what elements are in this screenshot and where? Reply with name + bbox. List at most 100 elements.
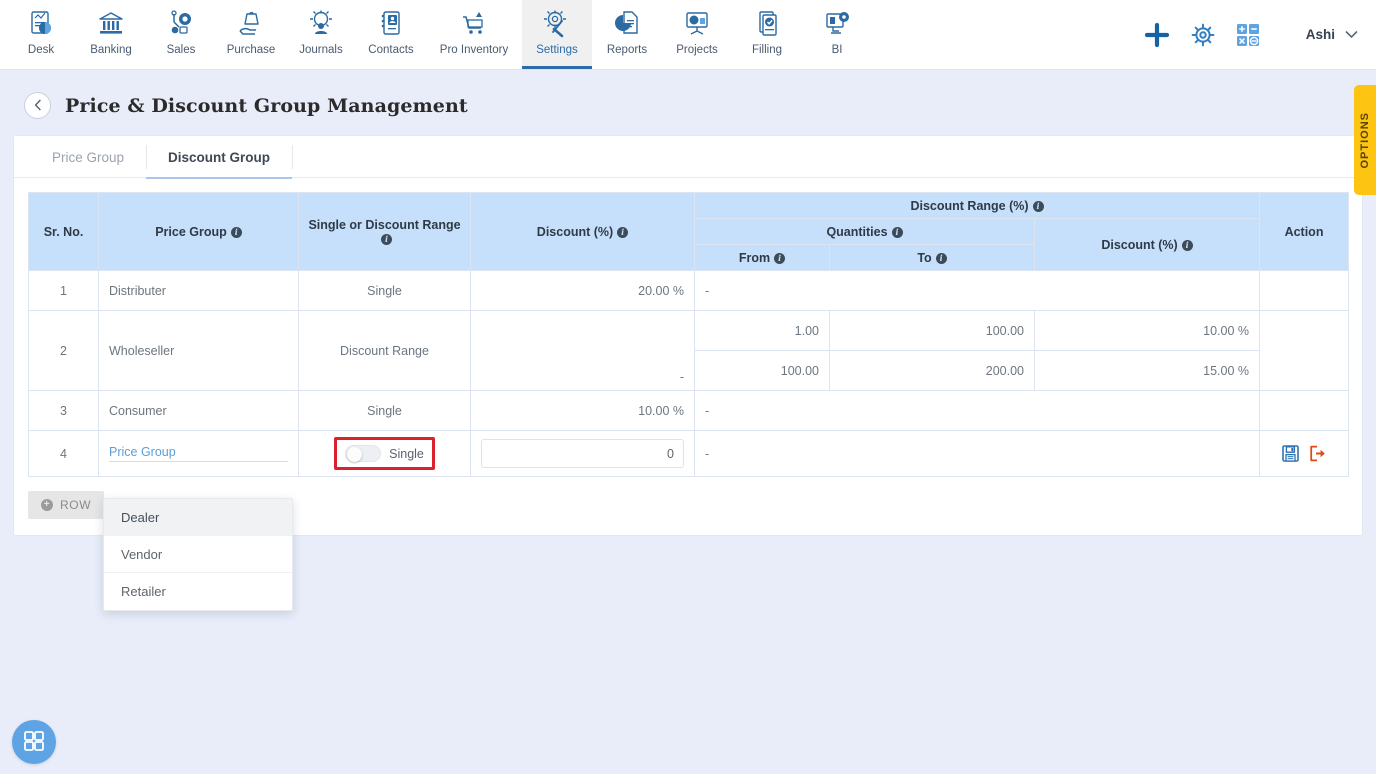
table-row[interactable]: 2 Wholeseller Discount Range - 1.00 100.… <box>28 310 1350 391</box>
cell-sr-no: 4 <box>28 430 99 477</box>
table-row[interactable]: 3 Consumer Single 10.00 % - <box>28 390 1350 431</box>
nav-item-purchase[interactable]: Purchase <box>216 0 286 69</box>
cell-discount-pct: 10.00 % <box>470 390 695 431</box>
col-header-label: Discount (%) <box>1101 237 1178 252</box>
info-icon[interactable]: i <box>230 226 242 238</box>
options-side-tab-label: OPTIONS <box>1359 111 1371 169</box>
projects-presentation-icon <box>682 7 712 41</box>
page-header: Price & Discount Group Management <box>0 70 1376 119</box>
col-header-label: Single or Discount Range <box>308 217 461 232</box>
table-head-row-1: Sr. No. Price Group i Single or Discount … <box>28 192 1350 271</box>
exit-arrow-icon[interactable] <box>1309 445 1326 462</box>
journals-gear-people-icon <box>306 7 336 41</box>
nav-item-reports[interactable]: Reports <box>592 0 662 69</box>
user-menu[interactable]: Ashi <box>1306 27 1358 42</box>
price-group-dropdown[interactable]: Dealer Vendor Retailer <box>103 498 293 611</box>
nav-item-contacts[interactable]: Contacts <box>356 0 426 69</box>
dropdown-option-retailer[interactable]: Retailer <box>104 573 292 610</box>
col-header-action: Action <box>1259 192 1350 271</box>
col-header-quantities: Quantities i <box>694 218 1035 245</box>
cell-price-group-select[interactable]: Price Group <box>98 430 299 477</box>
inventory-cart-icon <box>459 7 489 41</box>
table-head: Sr. No. Price Group i Single or Discount … <box>28 192 1350 271</box>
info-icon[interactable]: i <box>1032 200 1044 212</box>
col-header-label: Price Group <box>155 224 227 239</box>
cell-price-group: Wholeseller <box>98 310 299 391</box>
info-icon[interactable]: i <box>935 252 947 264</box>
dropdown-option-dealer[interactable]: Dealer <box>104 499 292 536</box>
table-body: 1 Distributer Single 20.00 % - 2 Wholese… <box>28 270 1350 477</box>
gear-icon[interactable] <box>1190 22 1216 48</box>
col-header-discount-range-group: Discount Range (%) i <box>693 192 1261 219</box>
apps-fab-button[interactable] <box>12 720 56 764</box>
nav-item-sales[interactable]: Sales <box>146 0 216 69</box>
nav-item-banking[interactable]: Banking <box>76 0 146 69</box>
desk-chart-icon <box>26 7 56 41</box>
info-icon[interactable]: i <box>381 233 392 245</box>
tab-discount-group[interactable]: Discount Group <box>146 136 293 179</box>
dropdown-option-label: Vendor <box>121 546 163 562</box>
chevron-left-icon <box>34 99 42 113</box>
nav-item-label: Pro Inventory <box>439 44 509 56</box>
save-floppy-icon[interactable] <box>1282 445 1299 462</box>
options-side-tab[interactable]: OPTIONS <box>1354 85 1376 195</box>
cell-range-discount: 15.00 % <box>1033 350 1261 391</box>
calculator-icon[interactable] <box>1236 23 1260 47</box>
reports-pie-doc-icon <box>612 7 642 41</box>
info-icon[interactable]: i <box>774 252 786 264</box>
info-icon[interactable]: i <box>891 226 903 238</box>
nav-item-label: Contacts <box>368 44 414 56</box>
price-group-select[interactable]: Price Group <box>109 445 288 462</box>
nav-item-filling[interactable]: Filling <box>732 0 802 69</box>
price-group-select-wrap: Price Group <box>109 445 288 462</box>
col-header-label: Discount (%) <box>536 224 614 239</box>
bi-monitor-gear-icon <box>822 7 852 41</box>
nav-item-desk[interactable]: Desk <box>6 0 76 69</box>
top-navigation-bar: Desk Banking Sales Purchase Journals Con… <box>0 0 1376 70</box>
cell-range-from: 1.00 <box>694 310 830 351</box>
cell-action <box>1259 390 1350 431</box>
cell-price-group: Distributer <box>98 270 299 311</box>
add-row-button[interactable]: + ROW <box>28 491 105 519</box>
nav-right-actions: Ashi <box>1144 0 1376 69</box>
table-row[interactable]: 1 Distributer Single 20.00 % - <box>28 270 1350 311</box>
plus-icon[interactable] <box>1144 22 1170 48</box>
nav-item-projects[interactable]: Projects <box>662 0 732 69</box>
info-icon[interactable]: i <box>1181 239 1193 251</box>
tab-bar: Price Group Discount Group <box>14 136 1362 179</box>
cell-single-or-range: Discount Range <box>298 310 471 391</box>
single-range-toggle[interactable] <box>345 445 382 462</box>
tab-label: Discount Group <box>168 149 271 165</box>
nav-item-settings[interactable]: Settings <box>522 0 592 69</box>
nav-item-bi[interactable]: BI <box>802 0 872 69</box>
info-icon[interactable]: i <box>617 226 629 238</box>
add-row-button-label: ROW <box>60 498 92 512</box>
col-header-label: To <box>917 250 932 265</box>
table-container: Sr. No. Price Group i Single or Discount … <box>14 178 1362 491</box>
col-header-label: Discount Range (%) <box>910 198 1029 213</box>
nav-item-label: Banking <box>90 44 132 56</box>
nav-item-pro-inventory[interactable]: Pro Inventory <box>426 0 522 69</box>
cell-price-group: Consumer <box>98 390 299 431</box>
cell-single-toggle[interactable]: Single <box>298 430 471 477</box>
cell-sr-no: 2 <box>28 310 99 391</box>
nav-item-label: Settings <box>536 44 578 56</box>
cell-discount-pct: 20.00 % <box>470 270 695 311</box>
cell-action <box>1259 270 1350 311</box>
cell-discount-input[interactable] <box>470 430 695 477</box>
table-row-editing[interactable]: 4 Price Group Single 0 - <box>28 430 1350 477</box>
nav-item-label: Reports <box>606 44 648 56</box>
col-header-to: To i <box>829 244 1035 271</box>
discount-input[interactable] <box>481 439 684 468</box>
nav-item-label: Journals <box>299 44 343 56</box>
cell-range-to: 200.00 <box>829 350 1035 391</box>
back-button[interactable] <box>24 92 51 119</box>
nav-item-journals[interactable]: Journals <box>286 0 356 69</box>
cell-action <box>1259 430 1350 477</box>
dropdown-option-vendor[interactable]: Vendor <box>104 536 292 573</box>
tab-price-group[interactable]: Price Group <box>30 136 146 178</box>
col-header-sr-no: Sr. No. <box>28 192 99 271</box>
cell-action <box>1259 310 1350 391</box>
cell-discount-pct: - <box>470 310 695 391</box>
single-range-toggle-label: Single <box>389 446 424 461</box>
